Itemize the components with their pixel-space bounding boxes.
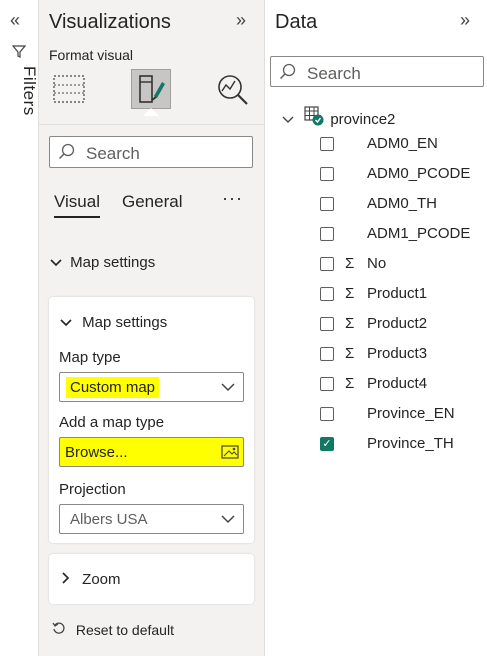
tab-general[interactable]: General — [122, 192, 182, 212]
search-icon — [279, 63, 297, 86]
field-name: ADM1_PCODE — [367, 225, 471, 242]
format-visual-label: Format visual — [49, 47, 134, 63]
image-file-icon — [221, 445, 239, 464]
field-name: No — [367, 255, 387, 272]
add-map-type-label: Add a map type — [59, 414, 165, 431]
zoom-section-header[interactable]: Zoom — [62, 571, 121, 588]
section-title: Map settings — [70, 254, 156, 271]
filters-label[interactable]: Filters — [19, 66, 39, 116]
data-search-input[interactable]: Search — [270, 56, 484, 87]
checkbox[interactable] — [320, 137, 334, 151]
visualizations-title: Visualizations — [49, 11, 171, 33]
expand-filters-icon[interactable]: « — [10, 10, 20, 31]
field-name: ADM0_EN — [367, 135, 438, 152]
field-name: Product3 — [367, 345, 428, 362]
field-name: ADM0_PCODE — [367, 165, 471, 182]
map-type-value: Custom map — [66, 377, 160, 398]
chevron-down-icon — [282, 111, 300, 128]
map-type-dropdown[interactable]: Custom map — [59, 372, 244, 402]
sigma-icon: Σ — [345, 375, 355, 392]
chevron-down-icon — [221, 377, 235, 400]
field-name: ADM0_TH — [367, 195, 438, 212]
analytics-icon[interactable] — [216, 73, 250, 107]
search-icon — [58, 143, 76, 166]
checkbox[interactable] — [320, 377, 334, 391]
checkbox[interactable] — [320, 407, 334, 421]
active-tab-underline — [54, 216, 100, 218]
projection-dropdown[interactable]: Albers USA — [59, 504, 244, 534]
table-province2[interactable]: province2 — [282, 104, 395, 128]
collapse-visualizations-icon[interactable]: » — [236, 10, 246, 31]
chevron-right-icon — [62, 571, 78, 588]
checkbox-checked[interactable]: ✓ — [320, 437, 334, 451]
format-visual-tab[interactable] — [131, 69, 171, 109]
field-name: Product1 — [367, 285, 428, 302]
sigma-icon: Σ — [345, 255, 355, 272]
chevron-down-icon — [60, 314, 78, 331]
projection-label: Projection — [59, 481, 126, 498]
field-name: Product4 — [367, 375, 428, 392]
chevron-down-icon — [50, 254, 66, 271]
reset-label: Reset to default — [75, 622, 174, 638]
collapse-data-icon[interactable]: » — [460, 10, 470, 31]
map-settings-card-header[interactable]: Map settings — [60, 314, 167, 331]
reset-to-default-button[interactable]: Reset to default — [52, 621, 174, 638]
checkbox[interactable] — [320, 347, 334, 361]
search-placeholder: Search — [86, 144, 140, 163]
checkbox[interactable] — [320, 287, 334, 301]
reset-icon — [52, 621, 72, 638]
build-visual-icon[interactable] — [52, 74, 86, 104]
checkbox[interactable] — [320, 167, 334, 181]
table-icon — [304, 106, 326, 130]
checkbox[interactable] — [320, 317, 334, 331]
browse-map-file-input[interactable]: Browse... — [59, 437, 244, 467]
divider — [39, 124, 264, 125]
sigma-icon: Σ — [345, 285, 355, 302]
field-name: Product2 — [367, 315, 428, 332]
tab-visual[interactable]: Visual — [54, 192, 100, 212]
field-name: Province_TH — [367, 435, 454, 452]
checkbox[interactable] — [320, 197, 334, 211]
map-type-label: Map type — [59, 349, 121, 366]
zoom-label: Zoom — [82, 571, 121, 588]
sigma-icon: Σ — [345, 315, 355, 332]
active-tab-notch — [143, 108, 159, 116]
card-title: Map settings — [82, 314, 168, 331]
checkbox[interactable] — [320, 227, 334, 241]
data-title: Data — [275, 11, 318, 33]
checkbox[interactable] — [320, 257, 334, 271]
field-name: Province_EN — [367, 405, 455, 422]
map-settings-section-header[interactable]: Map settings — [50, 254, 155, 271]
filters-rail[interactable]: « Filters — [0, 0, 39, 656]
sigma-icon: Σ — [345, 345, 355, 362]
chevron-down-icon — [221, 509, 235, 532]
projection-value: Albers USA — [70, 511, 148, 528]
format-paintbrush-icon — [139, 75, 165, 103]
filter-icon — [11, 44, 27, 61]
browse-label: Browse... — [65, 444, 128, 461]
search-placeholder: Search — [307, 64, 361, 83]
visualizations-search-input[interactable]: Search — [49, 136, 253, 168]
table-name: province2 — [330, 111, 396, 128]
more-options-icon[interactable]: ··· — [222, 188, 243, 209]
